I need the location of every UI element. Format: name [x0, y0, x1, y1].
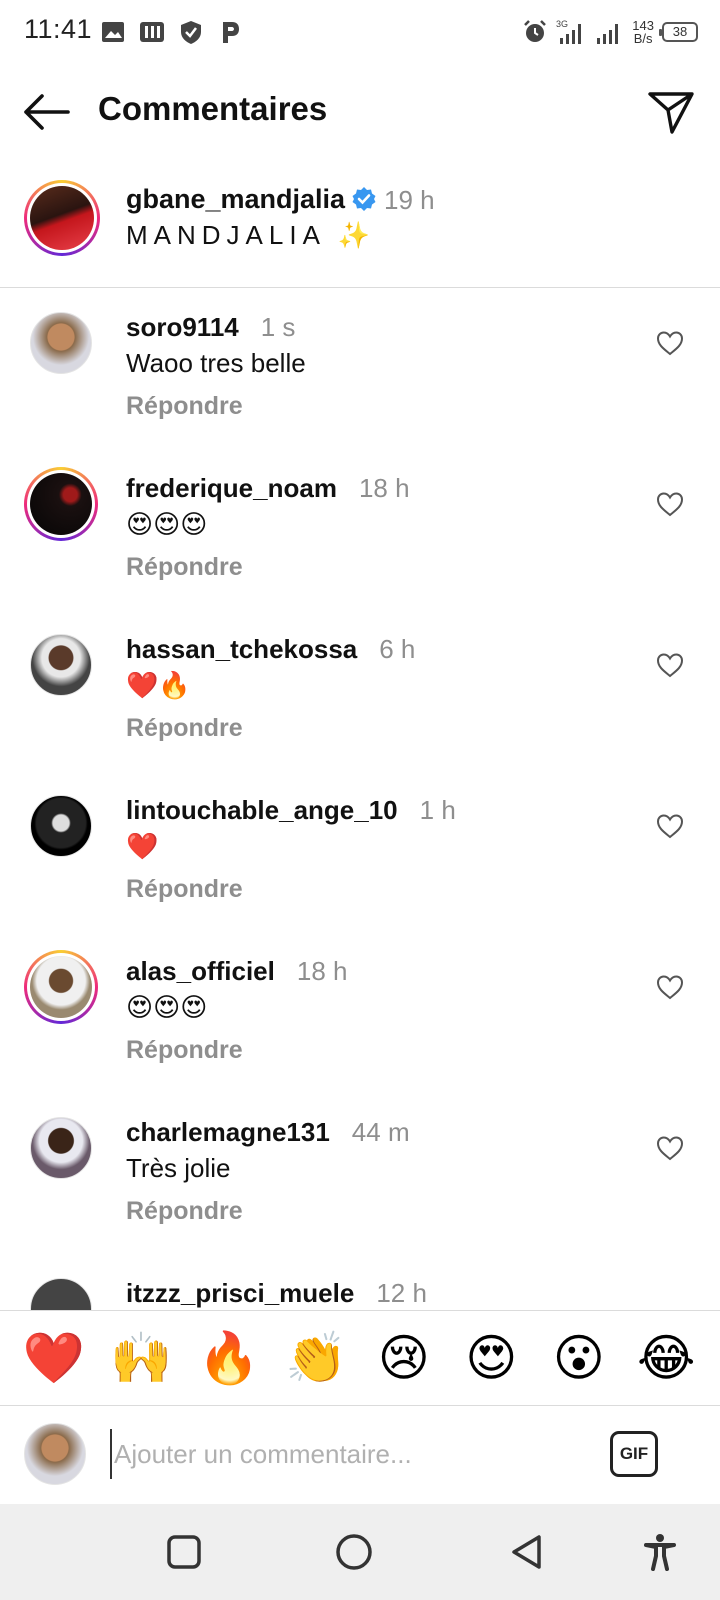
comment-time: 1 s	[260, 312, 296, 342]
heart-outline-icon[interactable]	[656, 652, 684, 678]
system-nav-bar	[0, 1504, 720, 1600]
comment-text: 😍😍😍	[126, 992, 208, 1022]
avatar-photo	[30, 473, 92, 535]
gallery-notification-icon	[102, 22, 124, 42]
avatar-photo	[30, 956, 92, 1018]
commenter-avatar[interactable]	[30, 312, 92, 374]
reply-button[interactable]: Répondre	[126, 1197, 243, 1226]
app-notification-icon	[140, 22, 164, 42]
home-circle-icon[interactable]	[334, 1532, 374, 1572]
reply-button[interactable]: Répondre	[126, 875, 243, 904]
comment-time: 44 m	[351, 1117, 410, 1147]
battery-icon: 38	[659, 22, 698, 42]
comment-username[interactable]: lintouchable_ange_10	[126, 795, 398, 825]
accessibility-icon[interactable]	[640, 1532, 680, 1572]
post-caption: gbane_mandjalia 19 h MANDJALIA ✨	[0, 178, 720, 288]
status-time: 11:41	[24, 14, 93, 44]
back-arrow-icon[interactable]	[22, 90, 72, 134]
comment-composer: GIF	[0, 1407, 720, 1503]
comment-time: 12 h	[376, 1278, 427, 1308]
signal-3g-icon: 3G	[556, 19, 582, 44]
reply-button[interactable]: Répondre	[126, 392, 243, 421]
reply-button[interactable]: Répondre	[126, 1036, 243, 1065]
verified-badge-icon	[352, 187, 376, 211]
comment-item: charlemagne131 44 m Très jolie Répondre	[0, 1095, 720, 1259]
comment-text: Waoo tres belle	[126, 348, 306, 378]
comment-time: 1 h	[419, 795, 456, 825]
caption-text: MANDJALIA ✨	[126, 220, 377, 250]
heart-outline-icon[interactable]	[656, 974, 684, 1000]
reply-button[interactable]: Répondre	[126, 553, 243, 582]
commenter-avatar[interactable]	[24, 950, 98, 1024]
comments-list: soro9114 1 s Waoo tres belle Répondre fre…	[0, 290, 720, 1310]
emoji-heart-button[interactable]: ❤️	[19, 1328, 89, 1388]
comment-input[interactable]	[110, 1429, 570, 1479]
comment-username[interactable]: hassan_tchekossa	[126, 634, 357, 664]
comment-item: alas_officiel 18 h 😍😍😍 Répondre	[0, 934, 720, 1098]
emoji-raised-hands-button[interactable]: 🙌	[106, 1328, 176, 1388]
comment-time: 18 h	[358, 473, 410, 503]
gif-button[interactable]: GIF	[610, 1431, 658, 1477]
comment-username[interactable]: alas_officiel	[126, 956, 275, 986]
recent-apps-icon[interactable]	[164, 1532, 204, 1572]
commenter-avatar[interactable]	[30, 1117, 92, 1179]
quick-emoji-bar: ❤️ 🙌 🔥 👏 😢 😍 😮 😂	[0, 1310, 720, 1406]
commenter-avatar[interactable]	[24, 467, 98, 541]
comment-item: soro9114 1 s Waoo tres belle Répondre	[0, 290, 720, 454]
status-right-cluster: 3G 143 B/s 38	[522, 14, 698, 50]
network-speed-unit: B/s	[633, 31, 653, 46]
shield-icon	[181, 21, 201, 44]
comment-text: ❤️	[126, 831, 159, 861]
comment-username[interactable]: charlemagne131	[126, 1117, 330, 1147]
header: Commentaires	[0, 72, 720, 152]
reply-button[interactable]: Répondre	[126, 714, 243, 743]
comment-text: ❤️🔥	[126, 670, 191, 700]
comment-text: Très jolie	[126, 1153, 231, 1183]
comment-text: 😍😍😍	[126, 509, 208, 539]
comment-item: hassan_tchekossa 6 h ❤️🔥 Répondre	[0, 612, 720, 776]
heart-outline-icon[interactable]	[656, 813, 684, 839]
comment-username[interactable]: itzzz_prisci_muele	[126, 1278, 354, 1308]
heart-outline-icon[interactable]	[656, 491, 684, 517]
comment-time: 6 h	[379, 634, 416, 664]
caption-avatar[interactable]	[24, 180, 100, 256]
commenter-avatar[interactable]	[30, 1278, 92, 1310]
comment-item: itzzz_prisci_muele 12 h	[0, 1256, 720, 1310]
alarm-icon	[524, 20, 547, 42]
signal-icon	[597, 24, 619, 44]
avatar-photo	[30, 186, 94, 250]
emoji-fire-button[interactable]: 🔥	[194, 1328, 264, 1388]
comment-item: frederique_noam 18 h 😍😍😍 Répondre	[0, 451, 720, 615]
send-icon[interactable]	[646, 88, 696, 136]
svg-text:3G: 3G	[556, 19, 568, 29]
comment-username[interactable]: soro9114	[126, 312, 239, 342]
commenter-avatar[interactable]	[30, 795, 92, 857]
emoji-heart-eyes-button[interactable]: 😍	[456, 1328, 526, 1388]
p-app-icon	[223, 22, 239, 43]
commenter-avatar[interactable]	[30, 634, 92, 696]
caption-username-row: gbane_mandjalia	[126, 184, 377, 215]
status-bar: 11:41 3G 143 B/s 38	[0, 0, 720, 64]
network-speed: 143 B/s	[632, 19, 654, 45]
back-triangle-icon[interactable]	[508, 1532, 548, 1572]
heart-outline-icon[interactable]	[656, 330, 684, 356]
page-title: Commentaires	[98, 90, 328, 127]
emoji-laughing-button[interactable]: 😂	[631, 1328, 701, 1388]
emoji-surprised-button[interactable]: 😮	[544, 1328, 614, 1388]
emoji-crying-button[interactable]: 😢	[369, 1328, 439, 1388]
caption-username[interactable]: gbane_mandjalia	[126, 184, 345, 214]
emoji-clap-button[interactable]: 👏	[281, 1328, 351, 1388]
heart-outline-icon[interactable]	[656, 1135, 684, 1161]
comment-time: 18 h	[296, 956, 348, 986]
comment-item: lintouchable_ange_10 1 h ❤️ Répondre	[0, 773, 720, 937]
caption-time: 19 h	[384, 185, 435, 215]
my-avatar	[24, 1423, 86, 1485]
comment-username[interactable]: frederique_noam	[126, 473, 337, 503]
